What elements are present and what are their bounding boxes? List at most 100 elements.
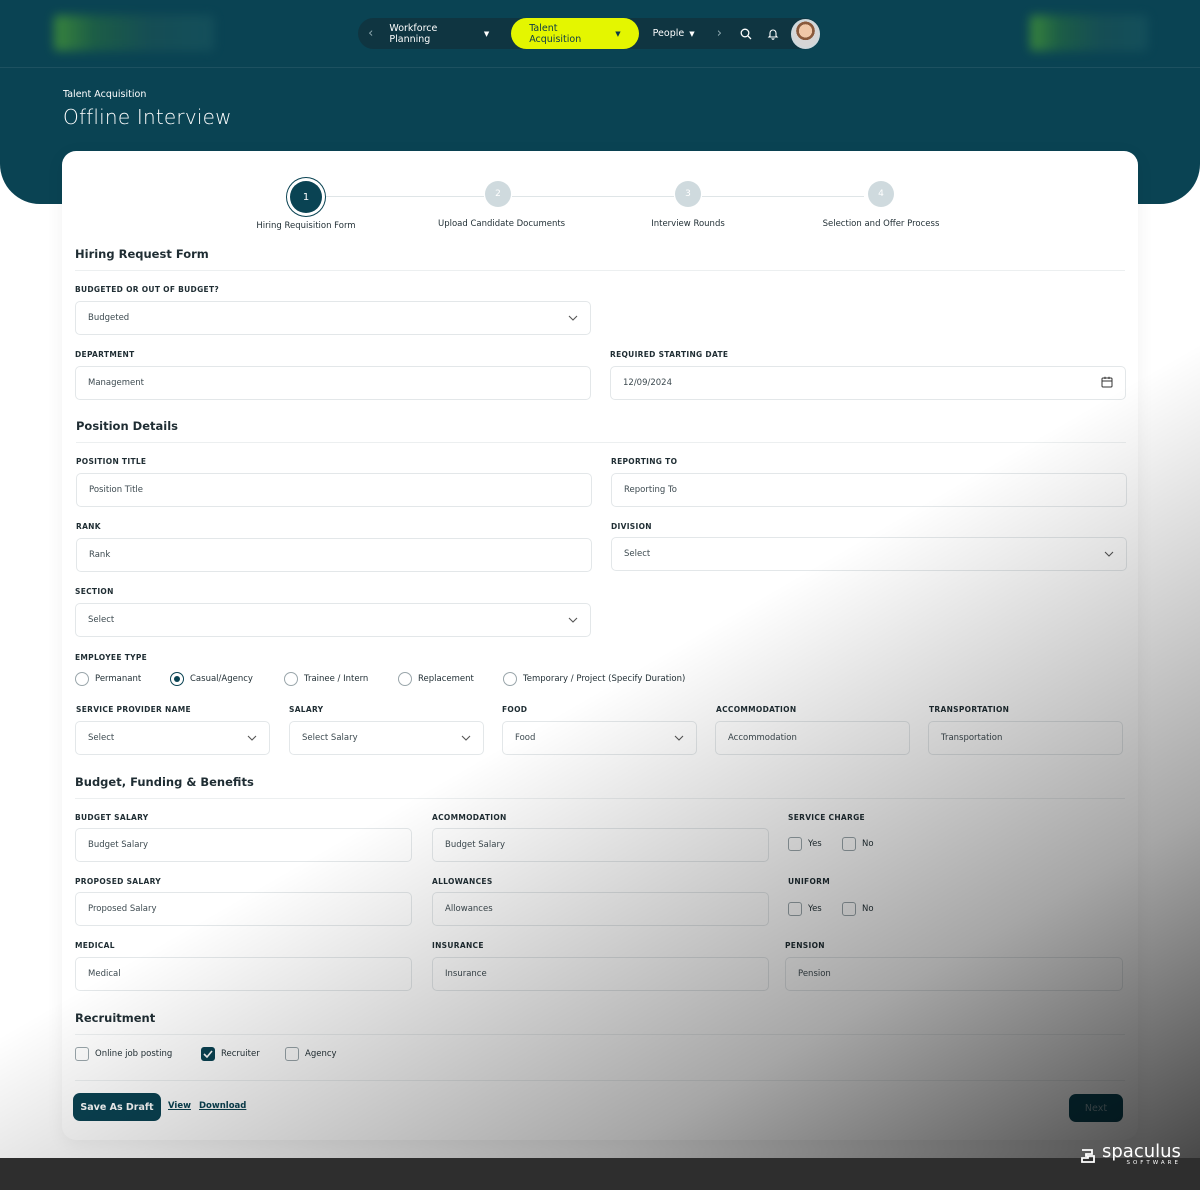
- spaculus-logo-icon: [1081, 1149, 1095, 1163]
- allowances-input[interactable]: Allowances: [432, 892, 769, 926]
- food-select[interactable]: Food: [502, 721, 697, 755]
- reporting-label: REPORTING TO: [611, 457, 678, 466]
- radio-trainee-intern[interactable]: Trainee / Intern: [284, 672, 398, 686]
- brand-watermark: spaculus SOFTWARE: [1080, 1143, 1181, 1166]
- breadcrumb[interactable]: Talent Acquisition: [63, 89, 146, 100]
- proposed-salary-label: PROPOSED SALARY: [75, 877, 161, 886]
- checkbox-indicator: [788, 837, 802, 851]
- step-number: 3: [675, 181, 701, 207]
- acommodation-input[interactable]: Budget Salary: [432, 828, 769, 862]
- nav-next-button[interactable]: ›: [707, 26, 732, 41]
- chevron-down-icon: [461, 733, 471, 743]
- calendar-icon[interactable]: [1101, 376, 1113, 391]
- radio-indicator: [398, 672, 412, 686]
- caret-down-icon: ▼: [483, 29, 490, 38]
- service-provider-select[interactable]: Select: [75, 721, 270, 755]
- checkbox-indicator: [285, 1047, 299, 1061]
- uniform-yes[interactable]: Yes: [788, 902, 842, 916]
- user-avatar[interactable]: [790, 18, 821, 49]
- checkbox-agency[interactable]: Agency: [285, 1047, 337, 1061]
- medical-input[interactable]: Medical: [75, 957, 412, 991]
- step-label: Hiring Requisition Form: [256, 221, 356, 231]
- checkbox-label: Recruiter: [221, 1049, 260, 1059]
- radio-replacement[interactable]: Replacement: [398, 672, 503, 686]
- chevron-down-icon: [568, 615, 578, 625]
- start-date-field[interactable]: 12/09/2024: [610, 366, 1126, 400]
- checkbox-recruiter[interactable]: Recruiter: [201, 1047, 285, 1061]
- checkbox-label: No: [862, 904, 874, 914]
- radio-temporary-project[interactable]: Temporary / Project (Specify Duration): [503, 672, 685, 686]
- reporting-to-placeholder: Reporting To: [624, 485, 677, 495]
- service-charge-no[interactable]: No: [842, 837, 874, 851]
- nav-item-label: Workforce Planning: [389, 22, 438, 45]
- department-field[interactable]: Management: [75, 366, 591, 400]
- acommodation-label: ACOMMODATION: [432, 813, 507, 822]
- radio-permanant[interactable]: Permanant: [75, 672, 170, 686]
- insurance-input[interactable]: Insurance: [432, 957, 769, 991]
- checkbox-label: Agency: [305, 1049, 337, 1059]
- section-value: Select: [88, 615, 115, 625]
- radio-indicator: [170, 672, 184, 686]
- radio-casual-agency[interactable]: Casual/Agency: [170, 672, 284, 686]
- checkbox-indicator: [201, 1047, 215, 1061]
- division-select[interactable]: Select: [611, 537, 1127, 571]
- service-charge-group: Yes No: [788, 837, 874, 851]
- divider: [75, 1034, 1125, 1035]
- step-number: 4: [868, 181, 894, 207]
- search-button[interactable]: [732, 18, 759, 49]
- checkbox-indicator: [788, 902, 802, 916]
- radio-indicator: [284, 672, 298, 686]
- uniform-no[interactable]: No: [842, 902, 874, 916]
- next-button[interactable]: Next: [1069, 1094, 1123, 1122]
- position-title-placeholder: Position Title: [89, 485, 144, 495]
- section-title-position: Position Details: [76, 419, 178, 433]
- chevron-down-icon: [1104, 549, 1114, 559]
- budgeted-select[interactable]: Budgeted: [75, 301, 591, 335]
- step-hiring-requisition[interactable]: 1 Hiring Requisition Form: [256, 181, 356, 231]
- insurance-placeholder: Insurance: [445, 969, 487, 979]
- service-charge-label: SERVICE CHARGE: [788, 813, 865, 822]
- radio-indicator: [503, 672, 517, 686]
- accommodation-input[interactable]: Accommodation: [715, 721, 910, 755]
- nav-prev-button[interactable]: ‹: [358, 26, 383, 41]
- view-link[interactable]: View: [168, 1101, 191, 1111]
- checkbox-indicator: [842, 902, 856, 916]
- save-as-draft-button[interactable]: Save As Draft: [73, 1093, 161, 1121]
- budget-salary-input[interactable]: Budget Salary: [75, 828, 412, 862]
- checkbox-online-job-posting[interactable]: Online job posting: [75, 1047, 201, 1061]
- step-upload-documents[interactable]: 2 Upload Candidate Documents: [438, 181, 566, 229]
- nav-item-talent-acquisition[interactable]: Talent Acquisition ▼: [511, 18, 639, 49]
- proposed-salary-input[interactable]: Proposed Salary: [75, 892, 412, 926]
- salary-select[interactable]: Select Salary: [289, 721, 484, 755]
- nav-item-workforce-planning[interactable]: Workforce Planning ▼: [383, 18, 495, 49]
- food-label: FOOD: [502, 705, 528, 714]
- section-select[interactable]: Select: [75, 603, 591, 637]
- transportation-input[interactable]: Transportation: [928, 721, 1123, 755]
- nav-item-label: People: [652, 28, 685, 39]
- step-interview-rounds[interactable]: 3 Interview Rounds: [638, 181, 738, 229]
- company-logo[interactable]: [54, 15, 214, 51]
- radio-indicator: [75, 672, 89, 686]
- radio-label: Temporary / Project (Specify Duration): [523, 674, 686, 684]
- notifications-button[interactable]: [759, 18, 786, 49]
- divider: [76, 442, 1126, 443]
- checkbox-label: No: [862, 839, 874, 849]
- nav-item-people[interactable]: People ▼: [647, 18, 701, 49]
- pension-input[interactable]: Pension: [785, 957, 1123, 991]
- chevron-down-icon: [674, 733, 684, 743]
- acommodation-placeholder: Budget Salary: [445, 840, 505, 850]
- step-label: Upload Candidate Documents: [438, 219, 566, 229]
- salary-value: Select Salary: [302, 733, 358, 743]
- position-title-input[interactable]: Position Title: [76, 473, 592, 507]
- transportation-placeholder: Transportation: [941, 733, 1003, 743]
- service-charge-yes[interactable]: Yes: [788, 837, 842, 851]
- rank-input[interactable]: Rank: [76, 538, 592, 572]
- step-number: 1: [290, 181, 322, 213]
- caret-down-icon: ▼: [689, 29, 695, 38]
- employee-type-group: Permanant Casual/Agency Trainee / Intern…: [75, 672, 685, 686]
- checkbox-label: Online job posting: [95, 1049, 173, 1059]
- step-selection-offer[interactable]: 4 Selection and Offer Process: [821, 181, 941, 229]
- download-link[interactable]: Download: [199, 1101, 246, 1111]
- reporting-to-input[interactable]: Reporting To: [611, 473, 1127, 507]
- checkbox-indicator: [842, 837, 856, 851]
